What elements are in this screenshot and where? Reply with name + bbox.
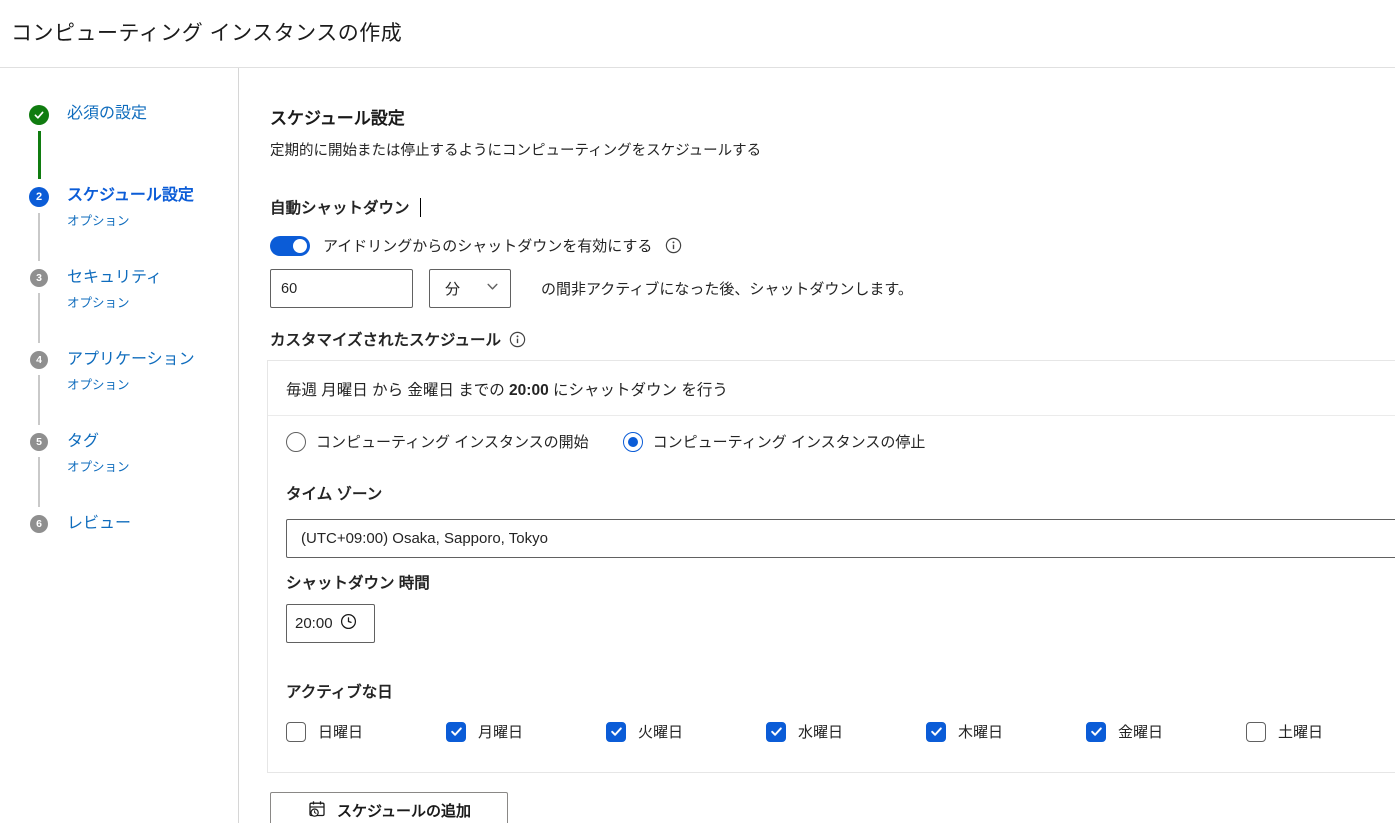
- sidebar-step-label[interactable]: タグ: [67, 432, 130, 452]
- idle-suffix-text: の間非アクティブになった後、シャットダウンします。: [541, 278, 913, 299]
- active-days-label: アクティブな日: [286, 680, 1395, 702]
- step-connector: [38, 457, 40, 507]
- step-complete-check-icon: [29, 105, 49, 125]
- clock-icon: [340, 613, 357, 634]
- calendar-clock-icon: [307, 799, 327, 823]
- sidebar-step-label[interactable]: アプリケーション: [67, 350, 195, 370]
- active-days-group: 日曜日 月曜日 火曜日 水曜日: [286, 721, 1395, 742]
- checkbox-icon: [446, 722, 466, 742]
- schedule-summary: 毎週 月曜日 から 金曜日 までの 20:00 にシャットダウン を行う: [268, 361, 1395, 416]
- idle-unit-dropdown[interactable]: 分: [429, 269, 511, 308]
- checkbox-icon: [766, 722, 786, 742]
- chevron-down-icon: [486, 280, 499, 297]
- checkbox-monday[interactable]: 月曜日: [446, 721, 606, 742]
- checkbox-wednesday[interactable]: 水曜日: [766, 721, 926, 742]
- sidebar-step-label[interactable]: スケジュール設定: [67, 186, 194, 206]
- radio-start-instance[interactable]: コンピューティング インスタンスの開始: [286, 431, 589, 452]
- sidebar-step-label[interactable]: 必須の設定: [67, 104, 147, 124]
- sidebar-step-required-settings[interactable]: 必須の設定: [28, 104, 238, 186]
- step-connector: [38, 213, 40, 261]
- checkbox-icon: [606, 722, 626, 742]
- checkbox-icon: [1086, 722, 1106, 742]
- page-title: コンピューティング インスタンスの作成: [11, 17, 1395, 47]
- sidebar-step-schedule-settings[interactable]: 2 スケジュール設定 オプション: [28, 186, 238, 268]
- checkbox-thursday[interactable]: 木曜日: [926, 721, 1086, 742]
- custom-schedule-heading: カスタマイズされたスケジュール: [270, 328, 1395, 350]
- idle-shutdown-toggle[interactable]: [270, 236, 310, 256]
- step-number-badge: 4: [30, 351, 48, 369]
- auto-shutdown-heading: 自動シャットダウン: [270, 196, 1395, 218]
- step-number-badge: 5: [30, 433, 48, 451]
- sidebar-step-label[interactable]: レビュー: [67, 514, 131, 534]
- radio-icon: [286, 432, 306, 452]
- step-connector: [38, 131, 41, 179]
- wizard-steps-sidebar: 必須の設定 2 スケジュール設定 オプション 3 セキュリティ オプション: [0, 68, 239, 823]
- sidebar-step-applications[interactable]: 4 アプリケーション オプション: [28, 350, 238, 432]
- step-connector: [38, 293, 40, 343]
- timezone-label: タイム ゾーン: [286, 482, 1395, 504]
- checkbox-icon: [926, 722, 946, 742]
- checkbox-tuesday[interactable]: 火曜日: [606, 721, 766, 742]
- timezone-dropdown[interactable]: (UTC+09:00) Osaka, Sapporo, Tokyo: [286, 519, 1395, 558]
- checkbox-icon: [1246, 722, 1266, 742]
- step-number-badge: 3: [30, 269, 48, 287]
- step-number-badge: 2: [29, 187, 49, 207]
- sidebar-step-label[interactable]: セキュリティ: [67, 268, 162, 288]
- sidebar-step-security[interactable]: 3 セキュリティ オプション: [28, 268, 238, 350]
- sidebar-step-sublabel: オプション: [67, 374, 195, 393]
- step-connector: [38, 375, 40, 425]
- sidebar-step-review[interactable]: 6 レビュー: [28, 514, 238, 554]
- sidebar-step-tags[interactable]: 5 タグ オプション: [28, 432, 238, 514]
- info-icon[interactable]: [665, 237, 682, 254]
- checkbox-sunday[interactable]: 日曜日: [286, 721, 446, 742]
- radio-stop-instance[interactable]: コンピューティング インスタンスの停止: [623, 431, 926, 452]
- section-heading: スケジュール設定: [270, 104, 1395, 129]
- info-icon[interactable]: [509, 331, 526, 348]
- section-description: 定期的に開始または停止するようにコンピューティングをスケジュールする: [270, 139, 1395, 160]
- schedule-settings-panel: スケジュール設定 定期的に開始または停止するようにコンピューティングをスケジュー…: [239, 68, 1395, 823]
- idle-minutes-input[interactable]: [270, 269, 413, 308]
- sidebar-step-sublabel: オプション: [67, 292, 162, 311]
- schedule-action-radio-group: コンピューティング インスタンスの開始 コンピューティング インスタンスの停止: [286, 431, 1395, 452]
- checkbox-saturday[interactable]: 土曜日: [1246, 721, 1395, 742]
- sidebar-step-sublabel: オプション: [67, 210, 194, 229]
- checkbox-friday[interactable]: 金曜日: [1086, 721, 1246, 742]
- shutdown-time-label: シャットダウン 時間: [286, 571, 1395, 593]
- idle-shutdown-toggle-label: アイドリングからのシャットダウンを有効にする: [323, 235, 652, 256]
- shutdown-time-input[interactable]: 20:00: [286, 604, 375, 643]
- text-cursor: [420, 198, 422, 217]
- add-schedule-button[interactable]: スケジュールの追加: [270, 792, 508, 823]
- checkbox-icon: [286, 722, 306, 742]
- schedule-card: 毎週 月曜日 から 金曜日 までの 20:00 にシャットダウン を行う コンピ…: [267, 360, 1395, 773]
- page-header: コンピューティング インスタンスの作成: [0, 0, 1395, 68]
- sidebar-step-sublabel: オプション: [67, 456, 130, 475]
- step-number-badge: 6: [30, 515, 48, 533]
- radio-icon: [623, 432, 643, 452]
